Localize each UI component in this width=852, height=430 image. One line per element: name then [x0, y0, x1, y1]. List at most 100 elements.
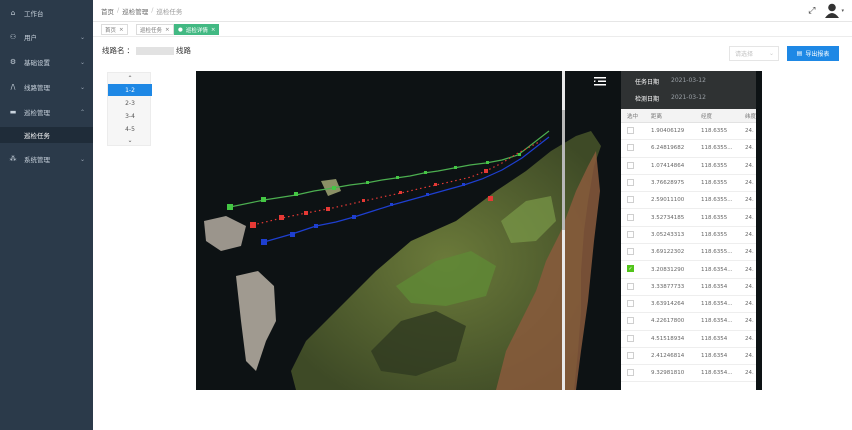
tab-home[interactable]: 首页 × [101, 24, 128, 35]
breadcrumb-section[interactable]: 巡检管理 [122, 6, 148, 16]
sidebar-item-label: 工作台 [24, 10, 44, 18]
row-checkbox[interactable]: ✓ [627, 265, 634, 273]
row-checkbox[interactable] [627, 161, 634, 169]
longitude-cell: 118.6354 [701, 335, 728, 342]
table-row[interactable]: 4.22617800 118.6354... 24. [621, 313, 756, 331]
distance-cell: 4.22617800 [651, 318, 685, 325]
sidebar-item-inspection[interactable]: ▬ 巡检管理 ⌃ [0, 104, 93, 120]
distance-cell: 4.51518934 [651, 335, 685, 342]
distance-cell: 3.69122302 [651, 249, 685, 256]
row-checkbox[interactable] [627, 230, 634, 238]
wire-point-blue [352, 215, 356, 219]
segment-up-button[interactable]: ⌃ [108, 73, 152, 83]
longitude-cell: 118.6354... [701, 318, 733, 325]
route-icon: /\ [10, 83, 16, 91]
table-row[interactable]: 3.63914264 118.6354... 24. [621, 296, 756, 314]
sidebar-item-system[interactable]: ⁂ 系统管理 ⌄ [0, 151, 93, 167]
rock-cluster [236, 271, 276, 371]
segment-item[interactable]: 1-2 [108, 84, 152, 96]
sidebar-item-dashboard[interactable]: ⌂ 工作台 [0, 5, 93, 21]
sidebar-item-settings[interactable]: ⚙ 基础设置 ⌄ [0, 54, 93, 70]
latitude-cell: 24. [745, 353, 754, 360]
row-checkbox[interactable] [627, 369, 634, 377]
wire-point-blue [261, 239, 267, 245]
row-checkbox[interactable] [627, 196, 634, 204]
table-row[interactable]: 3.69122302 118.6355... 24. [621, 244, 756, 262]
table-row[interactable]: 2.59011100 118.6355... 24. [621, 192, 756, 210]
table-row[interactable]: ✓ 3.20831290 118.6354... 24. [621, 261, 756, 279]
chevron-up-icon: ⌃ [79, 108, 85, 116]
sidebar-item-label: 巡检任务 [24, 132, 50, 140]
latitude-cell: 24. [745, 266, 754, 273]
table-row[interactable]: 4.51518934 118.6354 24. [621, 331, 756, 348]
table-row[interactable]: 2.41246814 118.6354 24. [621, 348, 756, 366]
wire-point-green [518, 153, 521, 156]
tab-inspection-detail[interactable]: ● 巡检详情 × [174, 24, 220, 35]
page-title: 线路名：线路 [102, 46, 191, 55]
row-checkbox[interactable] [627, 317, 634, 325]
sidebar-item-routes[interactable]: /\ 线路管理 ⌄ [0, 79, 93, 95]
row-checkbox[interactable] [627, 178, 634, 186]
close-icon[interactable]: × [119, 27, 124, 33]
latitude-cell: 24. [745, 283, 754, 290]
topbar: 首页 / 巡检管理 / 巡检任务 ⤢ ▾ [93, 0, 852, 22]
column-header[interactable]: 经度 [701, 109, 712, 122]
home-icon: ⌂ [10, 9, 16, 17]
distance-cell: 6.24819682 [651, 145, 685, 152]
row-checkbox[interactable] [627, 127, 634, 134]
longitude-cell: 118.6354 [701, 353, 728, 360]
export-report-button[interactable]: ▤ 导出报表 [787, 46, 839, 61]
chevron-down-icon: ⌄ [79, 58, 85, 66]
task-date-value: 2021-03-12 [671, 77, 706, 84]
row-checkbox[interactable] [627, 334, 634, 342]
point-cloud-viewer[interactable]: 任务日期 2021-03-12 检测日期 2021-03-12 选中 距离 经度… [196, 71, 762, 390]
avatar[interactable]: ▾ [825, 3, 844, 18]
tab-inspection-task[interactable]: 巡检任务 × [136, 24, 174, 35]
table-row[interactable]: 1.07414864 118.6355 24. [621, 158, 756, 175]
close-icon[interactable]: × [165, 27, 170, 33]
table-row[interactable]: 3.05243313 118.6355 24. [621, 227, 756, 245]
table-row[interactable]: 3.76628975 118.6355 24. [621, 175, 756, 193]
row-checkbox[interactable] [627, 282, 634, 290]
sidebar-item-label: 巡检管理 [24, 109, 50, 117]
latitude-cell: 24. [745, 370, 754, 377]
wire-point-red [488, 196, 493, 201]
wire-point-blue [390, 203, 393, 206]
wire-point-red [250, 222, 256, 228]
wire-point-green [261, 197, 266, 202]
longitude-cell: 118.6355 [701, 214, 728, 221]
user-avatar-icon [825, 3, 840, 18]
task-date-label: 任务日期 [635, 79, 660, 86]
column-header[interactable]: 纬度 [745, 109, 756, 122]
scrollbar-thumb[interactable] [562, 110, 565, 230]
segment-item[interactable]: 4-5 [108, 123, 152, 135]
chevron-down-icon: ⌄ [79, 155, 85, 163]
table-row[interactable]: 1.90406129 118.6355 24. [621, 123, 756, 141]
table-row[interactable]: 9.32981810 118.6354... 24. [621, 365, 756, 383]
column-header[interactable]: 选中 [627, 109, 638, 122]
fullscreen-icon[interactable]: ⤢ [808, 6, 815, 16]
row-checkbox[interactable] [627, 351, 634, 359]
table-row[interactable]: 3.52734185 118.6355 24. [621, 210, 756, 227]
latitude-cell: 24. [745, 180, 754, 187]
breadcrumb-home[interactable]: 首页 [101, 6, 114, 16]
close-icon[interactable]: × [211, 27, 216, 33]
segment-item[interactable]: 2-3 [108, 97, 152, 109]
table-row[interactable]: 6.24819682 118.6355... 24. [621, 140, 756, 158]
row-checkbox[interactable] [627, 213, 634, 221]
column-header[interactable]: 距离 [651, 109, 662, 122]
row-checkbox[interactable] [627, 300, 634, 307]
chevron-down-icon: ⌄ [127, 136, 133, 144]
table-header: 选中 距离 经度 纬度 [621, 109, 756, 123]
row-checkbox[interactable] [627, 144, 634, 152]
table-row[interactable]: 3.33877733 118.6354 24. [621, 279, 756, 296]
filter-select[interactable]: 请选择 ⌄ [729, 46, 779, 61]
longitude-cell: 118.6355 [701, 128, 728, 135]
segment-item[interactable]: 3-4 [108, 110, 152, 122]
panel-toggle-icon[interactable] [592, 75, 608, 88]
row-checkbox[interactable] [627, 248, 634, 256]
sidebar-item-label: 系统管理 [24, 156, 50, 164]
segment-down-button[interactable]: ⌄ [108, 135, 152, 145]
sidebar-item-inspection-task[interactable]: 巡检任务 [0, 127, 93, 143]
sidebar-item-user[interactable]: ⚇ 用户 ⌄ [0, 29, 93, 45]
